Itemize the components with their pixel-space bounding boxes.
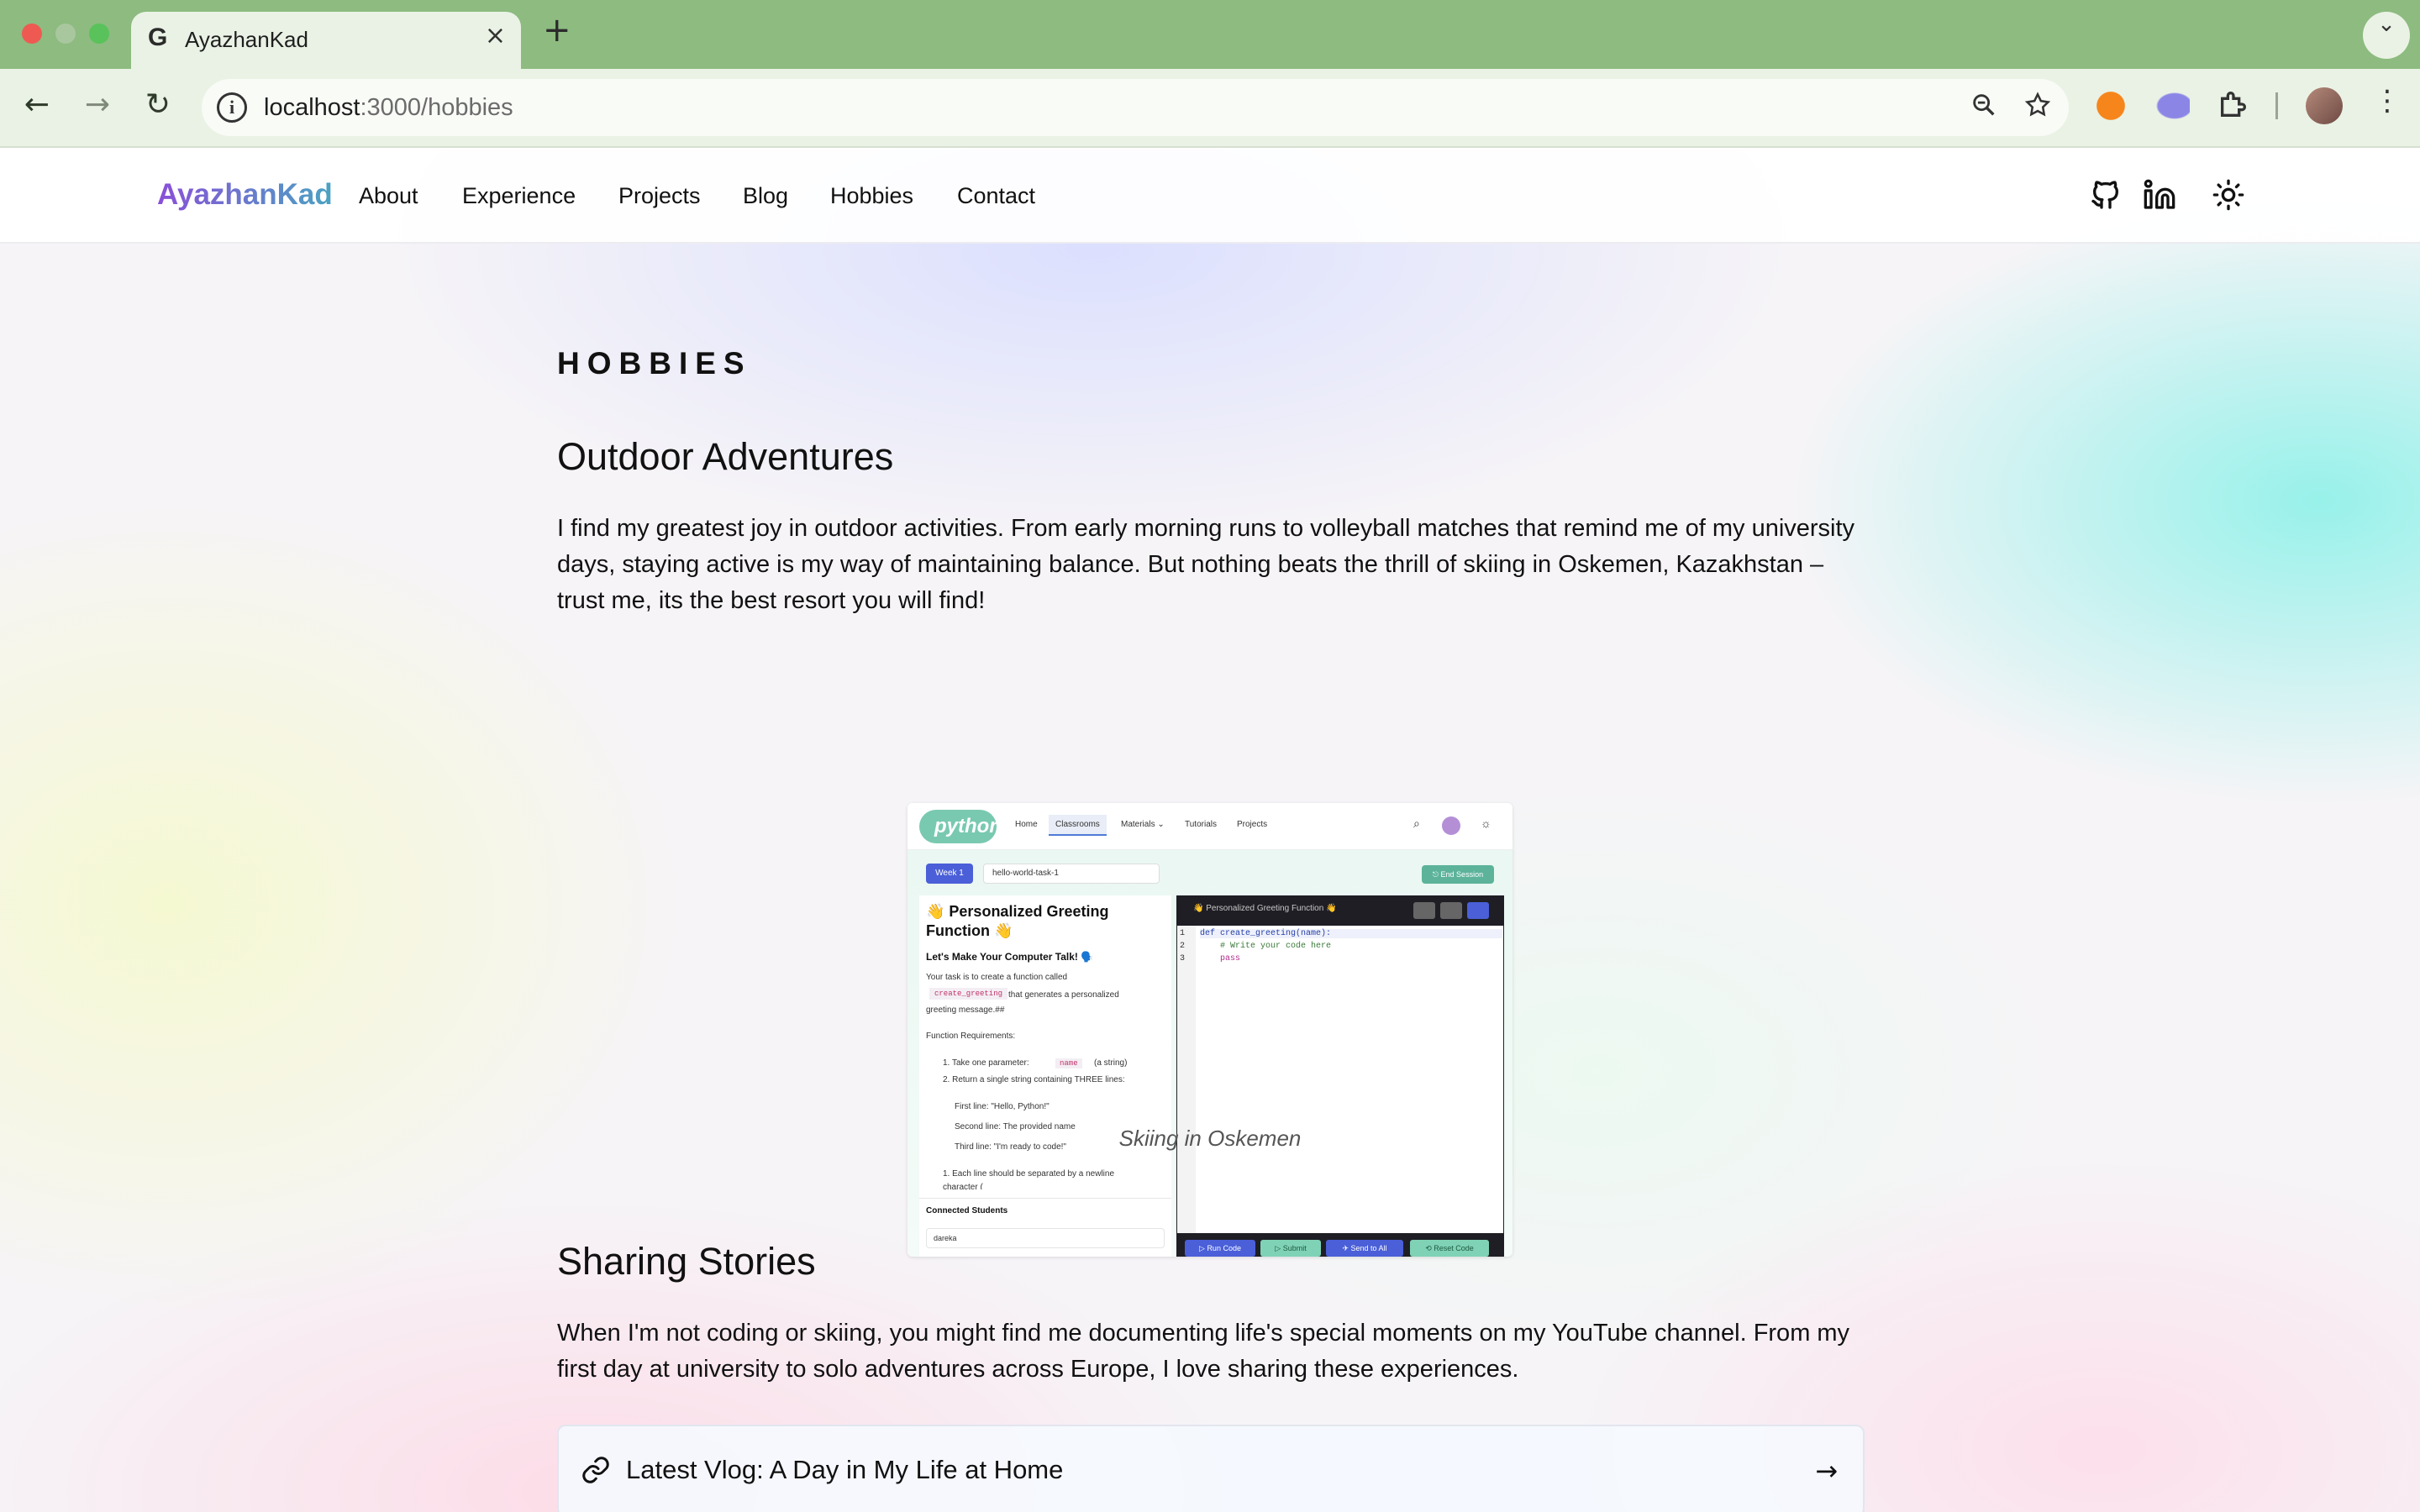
app-nav-projects[interactable]: Projects [1237, 820, 1267, 829]
maximize-window-button[interactable] [89, 24, 109, 44]
editor-title: 👋 Personalized Greeting Function 👋 [1193, 904, 1337, 913]
editor-btn-grey-2[interactable] [1440, 902, 1462, 919]
page-viewport: AyazhanKad About Experience Projects Blo… [0, 148, 2420, 1512]
app-nav-home[interactable]: Home [1015, 820, 1038, 829]
address-bar[interactable]: i localhost:3000/hobbies [202, 79, 2069, 136]
tab-close-icon[interactable]: × [485, 24, 506, 49]
section-title-outdoor: Outdoor Adventures [557, 435, 894, 478]
site-brand-link[interactable]: AyazhanKad [157, 178, 333, 212]
code-line-1: def create_greeting(name): [1200, 929, 1502, 938]
nav-link-about[interactable]: About [359, 183, 418, 209]
profile-avatar[interactable] [2306, 87, 2343, 124]
requirement-1: 1. Take one parameter: [943, 1058, 1029, 1068]
reload-button[interactable]: ↻ [138, 87, 178, 128]
code-line-number-2: 2 [1180, 942, 1186, 951]
forward-button[interactable]: → [77, 87, 118, 128]
zoom-icon[interactable] [1970, 91, 1998, 127]
back-button[interactable]: ← [17, 87, 57, 128]
link-icon [581, 1455, 611, 1485]
submit-button[interactable]: ▷ Submit [1260, 1240, 1321, 1257]
bookmark-star-icon[interactable] [2023, 91, 2052, 127]
url-host: localhost [264, 94, 360, 121]
app-nav-materials[interactable]: Materials ⌄ [1121, 820, 1165, 829]
browser-chrome: G AyazhanKad × + ⌄ ← → ↻ i localhost:300… [0, 0, 2420, 148]
app-nav-classrooms[interactable]: Classrooms [1049, 815, 1107, 836]
tab-search-button[interactable]: ⌄ [2363, 12, 2410, 59]
end-session-button[interactable]: ⎋ End Session [1422, 865, 1494, 884]
code-line-number-1: 1 [1180, 929, 1186, 938]
nav-link-experience[interactable]: Experience [462, 183, 576, 209]
extensions-puzzle-icon[interactable] [2217, 87, 2250, 121]
minimize-window-button[interactable] [55, 24, 76, 44]
nav-link-projects[interactable]: Projects [618, 183, 701, 209]
connected-students-title: Connected Students [926, 1206, 1008, 1215]
tab-favicon-icon: G [148, 24, 168, 51]
requirements-title: Function Requirements: [926, 1032, 1016, 1041]
code-line-2: # Write your code here [1200, 942, 1332, 951]
app-search-icon[interactable]: ⌕ [1413, 816, 1420, 831]
editor-gutter [1177, 926, 1196, 1233]
theme-toggle-sun-icon[interactable] [2212, 178, 2245, 212]
code-line-3: pass [1200, 954, 1241, 963]
site-navbar: AyazhanKad About Experience Projects Blo… [0, 148, 2420, 244]
new-tab-button[interactable]: + [543, 13, 571, 47]
task-subtitle: Let's Make Your Computer Talk! 🗣️ [926, 951, 1094, 963]
url-path: :3000/hobbies [360, 94, 513, 121]
app-theme-icon[interactable]: ☼ [1481, 816, 1491, 830]
requirement-1-code: name [1055, 1058, 1082, 1068]
reset-code-button[interactable]: ⟲ Reset Code [1410, 1240, 1489, 1257]
site-info-icon[interactable]: i [217, 92, 247, 123]
python-logo-text: python [934, 815, 1002, 837]
requirement-3-tail: character ( [943, 1183, 983, 1189]
app-navbar: python Home Classrooms Materials ⌄ Tutor… [908, 803, 1512, 850]
requirement-1-tail: (a string) [1094, 1058, 1128, 1068]
nav-link-blog[interactable]: Blog [743, 183, 788, 209]
nav-link-contact[interactable]: Contact [957, 183, 1035, 209]
student-entry[interactable]: dareka [926, 1228, 1165, 1248]
close-window-button[interactable] [22, 24, 42, 44]
nav-link-hobbies[interactable]: Hobbies [830, 183, 913, 209]
page-title: HOBBIES [557, 346, 752, 381]
latest-vlog-link[interactable]: Latest Vlog: A Day in My Life at Home → [557, 1425, 1865, 1512]
arrow-right-icon: → [1815, 1455, 1838, 1487]
hobby-image: python Home Classrooms Materials ⌄ Tutor… [908, 803, 1512, 1257]
browser-tab[interactable]: G AyazhanKad × [131, 12, 521, 69]
code-line-number-3: 3 [1180, 954, 1186, 963]
task-select[interactable]: hello-world-task-1 [983, 864, 1160, 884]
browser-toolbar: ← → ↻ i localhost:3000/hobbies [0, 69, 2420, 148]
url-text[interactable]: localhost:3000/hobbies [264, 94, 513, 122]
section-body-outdoor: I find my greatest joy in outdoor activi… [557, 515, 1855, 614]
app-avatar[interactable] [1442, 816, 1460, 835]
metamask-extension-icon[interactable] [2094, 87, 2128, 121]
requirement-2: 2. Return a single string containing THR… [943, 1075, 1125, 1084]
toolbar-separator [2275, 92, 2278, 119]
task-line-1: Your task is to create a function called [926, 973, 1068, 982]
task-title: 👋 Personalized Greeting Function 👋 [926, 903, 1109, 939]
extension-blob-icon[interactable] [2156, 87, 2190, 121]
requirement-3: 1. Each line should be separated by a ne… [943, 1169, 1115, 1179]
app-nav-tutorials[interactable]: Tutorials [1185, 820, 1217, 829]
run-code-button[interactable]: ▷ Run Code [1185, 1240, 1255, 1257]
week-badge[interactable]: Week 1 [926, 864, 973, 884]
latest-vlog-label: Latest Vlog: A Day in My Life at Home [626, 1455, 1064, 1484]
github-icon[interactable] [2089, 178, 2123, 212]
send-to-all-button[interactable]: ✈ Send to All [1326, 1240, 1403, 1257]
section-title-stories: Sharing Stories [557, 1240, 816, 1283]
editor-btn-grey-1[interactable] [1413, 902, 1435, 919]
bullet-1: First line: "Hello, Python!" [955, 1102, 1050, 1111]
tab-title: AyazhanKad [185, 27, 308, 52]
editor-btn-code[interactable] [1467, 902, 1489, 919]
task-line-2: that generates a personalized greeting m… [926, 990, 1119, 1015]
section-body-stories: When I'm not coding or skiing, you might… [557, 1320, 1850, 1383]
linkedin-icon[interactable] [2143, 178, 2176, 212]
image-caption: Skiing in Oskemen [1118, 1126, 1302, 1151]
browser-menu-icon[interactable]: ⋮ [2373, 84, 2402, 118]
